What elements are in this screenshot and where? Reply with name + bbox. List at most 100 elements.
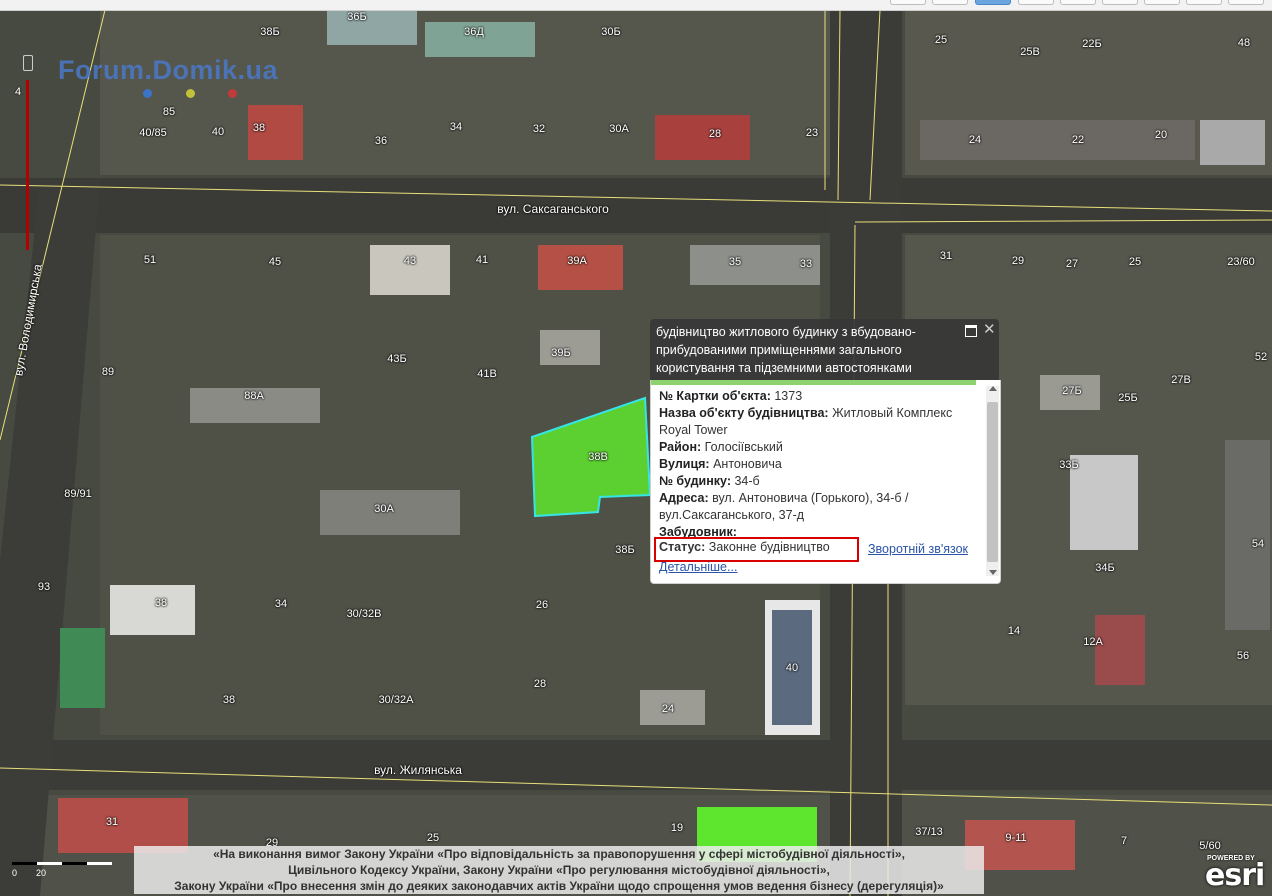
scale-label-start: 0	[12, 868, 18, 878]
disclaimer-line-1: «На виконання вимог Закону України «Про …	[213, 847, 905, 861]
field-district: Район: Голосіївський	[659, 440, 783, 454]
building-number-label: 30Б	[601, 26, 621, 38]
toolbar-button[interactable]	[1102, 0, 1138, 5]
building-number-label: 25В	[1020, 46, 1040, 58]
building-number-label: 23	[805, 127, 819, 139]
building-number-label: 38	[222, 694, 236, 706]
toolbar-button[interactable]	[1186, 0, 1222, 5]
building-number-label: 36	[374, 135, 388, 147]
field-status: Статус: Законне будівництво	[659, 540, 830, 554]
zoom-slider-handle[interactable]	[23, 55, 33, 71]
building-number-label: 26	[535, 599, 549, 611]
toolbar-button[interactable]	[1018, 0, 1054, 5]
popup-fields: № Картки об'єкта: 1373 Назва об'єкту буд…	[659, 388, 977, 541]
building-number-label: 30А	[609, 123, 629, 135]
field-street: Вулиця: Антоновича	[659, 457, 782, 471]
building-number-label: 28	[533, 678, 547, 690]
building-number-label: 38Б	[615, 544, 635, 556]
building-number-label: 25	[1128, 256, 1142, 268]
toolbar-button[interactable]	[1060, 0, 1096, 5]
building-number-label: 25	[426, 832, 440, 844]
building-number-label: 52	[1254, 351, 1268, 363]
building-number-label: 25	[934, 34, 948, 46]
building-number-label: 33Б	[1059, 459, 1079, 471]
building-number-label: 34	[274, 598, 288, 610]
building-number-label: 30А	[374, 503, 394, 515]
building-number-label: 28	[708, 128, 722, 140]
zoom-level: 4	[15, 86, 22, 98]
building-number-label: 30/32В	[346, 608, 382, 620]
building-number-label: 41	[475, 254, 489, 266]
toolbar-button[interactable]	[932, 0, 968, 5]
popup-scrollbar-thumb[interactable]	[987, 402, 998, 562]
building-number-label: 39Б	[551, 347, 571, 359]
building-number-label: 20	[1154, 129, 1168, 141]
building-number-label: 22	[1071, 134, 1085, 146]
building-number-label: 14	[1007, 625, 1021, 637]
details-link[interactable]: Детальніше...	[659, 560, 737, 574]
popup-body: № Картки об'єкта: 1373 Назва об'єкту буд…	[650, 380, 1001, 584]
building-number-label: 23/60	[1227, 256, 1255, 268]
street-label-saksahanskoho: вул. Саксаганського	[497, 202, 609, 216]
close-icon[interactable]: ✕	[983, 320, 996, 338]
scale-label-end: 20	[36, 868, 47, 878]
building-number-label: 40/85	[139, 127, 167, 139]
building-number-label: 43Б	[387, 353, 407, 365]
building-number-label: 38	[154, 597, 168, 609]
zoom-slider-track[interactable]	[26, 80, 29, 250]
building-number-label: 22Б	[1082, 38, 1102, 50]
building-number-label: 24	[661, 703, 675, 715]
satellite-map[interactable]: 36Б 38Б 36Д 30Б 25 25В 22Б 48 85 40/85 40 38 36 34 32 3…	[0, 0, 1272, 896]
feedback-link[interactable]: Зворотній зв'язок	[868, 542, 968, 556]
toolbar-button[interactable]	[890, 0, 926, 5]
building-number-label: 38Б	[260, 26, 280, 38]
disclaimer-line-2: Цивільного Кодексу України, Закону Украї…	[288, 863, 830, 877]
street-label-zhylianska: вул. Жилянська	[374, 763, 462, 777]
building-number-label: 19	[670, 822, 684, 834]
building-number-label: 38В	[588, 451, 608, 463]
building-number-label: 32	[532, 123, 546, 135]
building-number-label: 40	[211, 126, 225, 138]
top-toolbar	[0, 0, 1272, 11]
scale-bar: 0 20	[12, 858, 117, 878]
legal-disclaimer: «На виконання вимог Закону України «Про …	[134, 846, 984, 894]
info-popup: будівництво житлового будинку з вбудован…	[650, 319, 1001, 584]
building-number-label: 31	[939, 250, 953, 262]
building-number-label: 24	[968, 134, 982, 146]
building-number-label: 27Б	[1062, 385, 1082, 397]
field-house-number: № будинку: 34-б	[659, 474, 760, 488]
building-number-label: 88А	[244, 390, 264, 402]
disclaimer-line-3: Закону України «Про внесення змін до дея…	[174, 879, 944, 893]
scroll-down-arrow-icon[interactable]	[989, 570, 997, 575]
forum-watermark: Forum.Domik.ua	[58, 55, 279, 85]
building-number-label: 30/32А	[378, 694, 414, 706]
toolbar-button-active[interactable]	[975, 0, 1011, 5]
toolbar-button[interactable]	[1228, 0, 1264, 5]
building-number-label: 33	[799, 258, 813, 270]
building-number-label: 89	[101, 366, 115, 378]
building-number-label: 93	[37, 581, 51, 593]
building-number-label: 36Д	[464, 26, 484, 38]
building-number-label: 89/91	[64, 488, 92, 500]
building-number-label: 40	[785, 662, 799, 674]
building-number-label: 39А	[567, 255, 587, 267]
building-number-label: 34	[449, 121, 463, 133]
maximize-icon[interactable]	[965, 325, 977, 337]
field-address: Адреса: вул. Антоновича (Горького), 34-б…	[659, 491, 909, 522]
building-number-label: 9-11	[1005, 832, 1027, 844]
building-number-label: 56	[1236, 650, 1250, 662]
building-number-label: 38	[252, 122, 266, 134]
zoom-slider[interactable]	[20, 55, 34, 250]
building-number-label: 29	[1011, 255, 1025, 267]
scroll-up-arrow-icon[interactable]	[989, 386, 997, 391]
building-number-label: 45	[268, 256, 282, 268]
building-number-label: 48	[1237, 37, 1251, 49]
popup-green-strip	[651, 380, 976, 385]
building-number-label: 36Б	[347, 11, 367, 23]
building-number-label: 54	[1251, 538, 1265, 550]
toolbar-button[interactable]	[1144, 0, 1180, 5]
popup-header: будівництво житлового будинку з вбудован…	[650, 319, 999, 380]
building-number-label: 43	[403, 255, 417, 267]
esri-logo: esri	[1205, 858, 1265, 893]
building-number-label: 34Б	[1095, 562, 1115, 574]
